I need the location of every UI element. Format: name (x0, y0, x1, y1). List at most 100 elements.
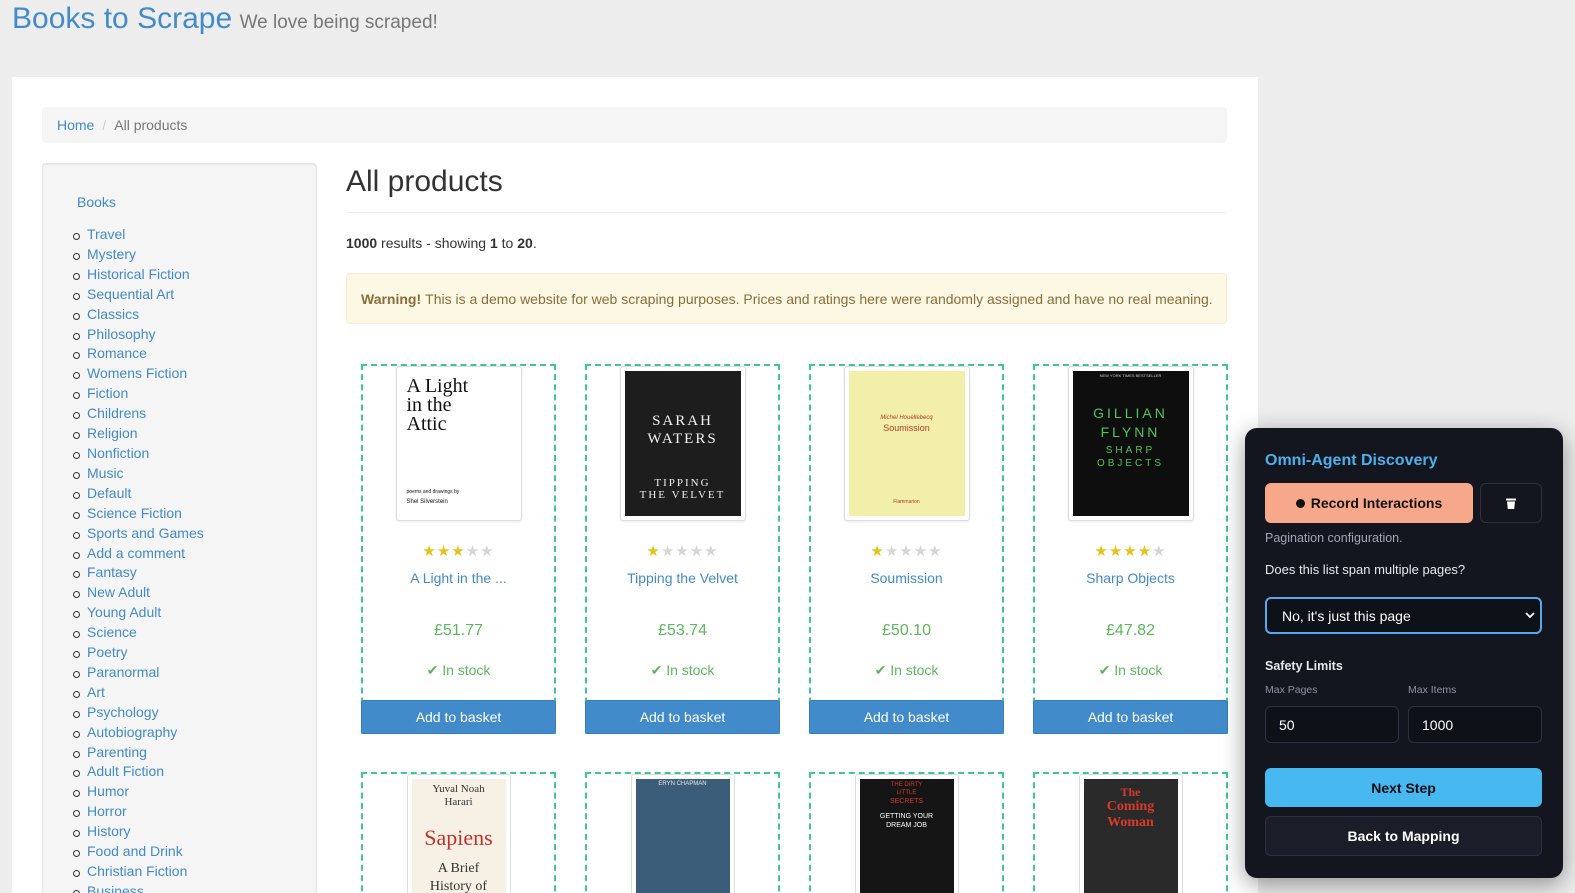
add-to-basket-button[interactable]: Add to basket (585, 700, 780, 734)
star-icon: ★ (1094, 543, 1109, 560)
sidebar-category-link[interactable]: Science (73, 623, 204, 643)
sidebar-category-link[interactable]: Psychology (73, 703, 204, 723)
category-sidebar: Books Travel Mystery Historical Fiction Seq… (42, 163, 317, 893)
product-image[interactable]: SARAH WATERS TIPPING THE VELVET (619, 366, 746, 521)
stock-text: In stock (1114, 662, 1163, 678)
product-price: £53.74 (658, 622, 707, 639)
sidebar-category-link[interactable]: Food and Drink (73, 842, 204, 862)
sidebar-category-link[interactable]: Childrens (73, 404, 204, 424)
record-interactions-button[interactable]: Record Interactions (1265, 483, 1473, 523)
sidebar-category-link[interactable]: Poetry (73, 643, 204, 663)
sidebar-category-link[interactable]: Add a comment (73, 544, 204, 564)
cover-text: Shel Silverstein (406, 499, 448, 505)
sidebar-category-link[interactable]: Nonfiction (73, 444, 204, 464)
product-card: Michel Houellebecq Soumission Flammarion ★… (809, 364, 1004, 734)
sidebar-category-link[interactable]: Philosophy (73, 325, 204, 345)
product-title-link[interactable]: Tipping the Velvet (587, 570, 778, 586)
add-to-basket-button[interactable]: Add to basket (1033, 700, 1228, 734)
sidebar-category-link[interactable]: History (73, 822, 204, 842)
sidebar-category-link[interactable]: Christian Fiction (73, 862, 204, 882)
sidebar-category-link[interactable]: Horror (73, 802, 204, 822)
product-image[interactable]: The Coming Woman (1078, 774, 1183, 893)
sidebar-category-link[interactable]: Historical Fiction (73, 265, 204, 285)
breadcrumb-home-link[interactable]: Home (57, 117, 94, 133)
star-rating: ★★★★★ (363, 542, 554, 560)
cover-text: NEW YORK TIMES BESTSELLER (1099, 373, 1162, 378)
sidebar-category-link[interactable]: Classics (73, 305, 204, 325)
sidebar-category-link[interactable]: Art (73, 683, 204, 703)
sidebar-category-link[interactable]: Humor (73, 782, 204, 802)
sidebar-category-link[interactable]: Fiction (73, 384, 204, 404)
safety-limits-heading: Safety Limits (1265, 659, 1343, 673)
cover-text: SARAH (652, 413, 713, 429)
star-icon: ★ (660, 543, 676, 560)
add-to-basket-button[interactable]: Add to basket (361, 700, 556, 734)
availability: ✔ In stock (811, 662, 1002, 679)
product-card: A Light in the Attic poems and drawings by S… (361, 364, 556, 734)
product-title-link[interactable]: A Light in the ... (363, 570, 554, 586)
sidebar-category-link[interactable]: Sequential Art (73, 285, 204, 305)
trash-icon (1506, 498, 1516, 509)
sidebar-category-link[interactable]: Religion (73, 424, 204, 444)
cover-text: poems and drawings by (406, 489, 460, 495)
sidebar-category-link[interactable]: Young Adult (73, 603, 204, 623)
product-card: NEW YORK TIMES BESTSELLER GILLIAN FLYNN SHA… (1033, 364, 1228, 734)
sidebar-category-link[interactable]: Science Fiction (73, 504, 204, 524)
sidebar-category-link[interactable]: Autobiography (73, 723, 204, 743)
sidebar-category-link[interactable]: Music (73, 464, 204, 484)
pagination-select-value: No, it's just this page (1282, 607, 1411, 624)
sidebar-category-link[interactable]: Travel (73, 225, 204, 245)
results-summary: 1000 results - showing 1 to 20. (346, 235, 537, 251)
product-image[interactable]: A Light in the Attic poems and drawings by S… (395, 366, 522, 521)
product-image[interactable]: Michel Houellebecq Soumission Flammarion (843, 366, 970, 521)
sidebar-category-link[interactable]: Parenting (73, 743, 204, 763)
sidebar-category-link[interactable]: Adult Fiction (73, 762, 204, 782)
results-from: 1 (489, 235, 498, 251)
product-image[interactable]: NEW YORK TIMES BESTSELLER GILLIAN FLYNN SHA… (1067, 366, 1194, 521)
results-text: results - showing (377, 235, 490, 251)
next-step-button[interactable]: Next Step (1265, 768, 1542, 807)
product-title-link[interactable]: Soumission (811, 570, 1002, 586)
product-card: THE DIRTY LITTLE SECRETS GETTING YOUR DREAM … (809, 772, 1004, 893)
max-items-label: Max Items (1408, 684, 1457, 696)
product-image[interactable]: Yuval Noah Harari Sapiens A Brief History of (406, 774, 511, 893)
sidebar-category-link[interactable]: Default (73, 484, 204, 504)
star-icon: ★ (436, 543, 452, 560)
sidebar-category-link[interactable]: Sports and Games (73, 524, 204, 544)
book-cover: The Coming Woman (1083, 779, 1178, 893)
add-to-basket-button[interactable]: Add to basket (809, 700, 1004, 734)
clear-button[interactable] (1480, 483, 1542, 523)
max-pages-input[interactable]: 50 (1265, 706, 1399, 743)
page-title: All products (346, 165, 503, 198)
product-image[interactable]: ERYN CHAPMAN (630, 774, 735, 893)
availability: ✔ In stock (587, 662, 778, 679)
site-header: Books to Scrape We love being scraped! (12, 2, 438, 36)
product-image[interactable]: THE DIRTY LITTLE SECRETS GETTING YOUR DREAM … (854, 774, 959, 893)
sidebar-category-link[interactable]: Paranormal (73, 663, 204, 683)
breadcrumb: Home / All products (42, 107, 1227, 143)
site-brand-link[interactable]: Books to Scrape (12, 2, 232, 35)
warning-text: This is a demo website for web scraping … (425, 290, 1213, 307)
results-end: . (532, 235, 537, 251)
back-to-mapping-button[interactable]: Back to Mapping (1265, 816, 1542, 856)
book-cover: Yuval Noah Harari Sapiens A Brief History of (411, 779, 506, 893)
product-card: SARAH WATERS TIPPING THE VELVET ★★★★★ Tippi… (585, 364, 780, 734)
cover-text: Michel Houellebecq (880, 415, 933, 421)
max-items-input[interactable]: 1000 (1408, 706, 1542, 743)
star-rating: ★★★★★ (587, 542, 778, 560)
book-cover: SARAH WATERS TIPPING THE VELVET (624, 371, 741, 516)
star-rating: ★★★★★ (811, 542, 1002, 560)
pagination-select[interactable]: No, it's just this page (1265, 597, 1542, 634)
cover-text: Sapiens (424, 825, 493, 850)
sidebar-category-link[interactable]: Romance (73, 344, 204, 364)
cover-text: SECRETS (889, 798, 924, 805)
sidebar-category-link[interactable]: New Adult (73, 583, 204, 603)
sidebar-category-link[interactable]: Business (73, 882, 204, 893)
panel-subtitle: Pagination configuration. (1265, 531, 1403, 545)
sidebar-category-link[interactable]: Womens Fiction (73, 364, 204, 384)
sidebar-category-link[interactable]: Mystery (73, 245, 204, 265)
product-title-link[interactable]: Sharp Objects (1035, 570, 1226, 586)
sidebar-books-link[interactable]: Books (77, 194, 116, 210)
sidebar-category-link[interactable]: Fantasy (73, 563, 204, 583)
cover-text: GILLIAN (1093, 405, 1168, 421)
